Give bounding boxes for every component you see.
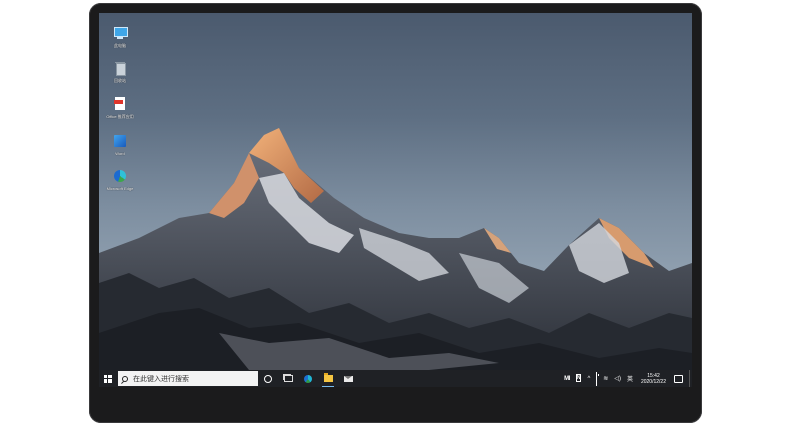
cortana-icon [264, 374, 272, 383]
edge-icon [304, 374, 312, 383]
desktop-screen[interactable]: 此电脑 回收站 Office 推荐应用 Word Microsoft Edge [99, 13, 692, 387]
clock[interactable]: 15:42 2020/12/22 [636, 373, 671, 385]
mail-icon [343, 375, 353, 382]
mountain-wallpaper [99, 128, 692, 370]
desktop-icon-word[interactable]: Word [105, 133, 135, 156]
battery-icon [596, 371, 598, 386]
desktop-icon-label: Office 推荐应用 [106, 114, 134, 119]
notification-center-icon[interactable] [674, 374, 683, 383]
task-view-icon [282, 374, 293, 382]
pdf-icon [112, 96, 128, 112]
ime-indicator[interactable]: 英 [624, 374, 636, 383]
taskbar-mail-button[interactable] [338, 370, 358, 387]
desktop-icon-recycle-bin[interactable]: 回收站 [105, 60, 135, 83]
task-view-button[interactable] [278, 370, 298, 387]
desktop-icon-office-pdf[interactable]: Office 推荐应用 [105, 96, 135, 119]
recycle-bin-icon [112, 60, 128, 76]
desktop-icon-label: Microsoft Edge [106, 186, 134, 191]
battery-tray-button[interactable] [593, 371, 600, 386]
n-app-tray-button[interactable]: N [573, 374, 585, 382]
start-button[interactable] [99, 370, 116, 387]
volume-icon[interactable]: ◁) [611, 375, 624, 382]
desktop-icon-edge[interactable]: Microsoft Edge [105, 168, 135, 191]
desktop-icon-label: 回收站 [114, 78, 126, 83]
cortana-button[interactable] [258, 370, 278, 387]
file-explorer-icon [323, 373, 333, 382]
taskbar-edge-button[interactable] [298, 370, 318, 387]
search-input[interactable] [133, 374, 253, 383]
n-app-icon: N [575, 374, 582, 382]
edge-icon [112, 168, 128, 184]
desktop-icon-label: 此电脑 [114, 43, 126, 48]
wifi-icon[interactable]: ≋ [600, 375, 611, 382]
word-icon [112, 133, 128, 149]
desktop-icon-label: Word [115, 151, 125, 156]
system-tray: MI N ^ ≋ ◁) 英 15:42 2020/12/22 [561, 370, 692, 387]
clock-date: 2020/12/22 [640, 378, 666, 385]
computer-icon [112, 25, 128, 41]
desktop-icon-this-pc[interactable]: 此电脑 [105, 25, 135, 48]
mi-icon[interactable]: MI [561, 376, 573, 382]
taskbar: MI N ^ ≋ ◁) 英 15:42 2020/12/22 [99, 370, 692, 387]
show-hidden-icons-button[interactable]: ^ [584, 376, 593, 382]
active-indicator [322, 386, 334, 387]
show-desktop-button[interactable] [689, 370, 692, 387]
taskbar-search[interactable] [118, 371, 258, 386]
taskbar-explorer-button[interactable] [318, 370, 338, 387]
windows-logo-icon [103, 374, 112, 383]
search-icon [122, 375, 128, 382]
